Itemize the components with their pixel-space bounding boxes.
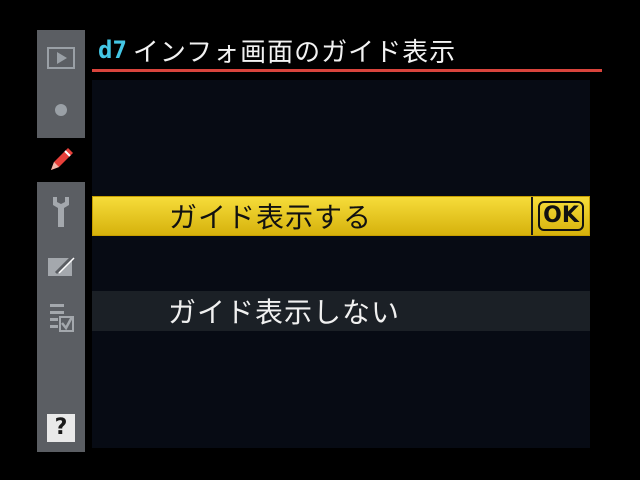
help-icon: ? xyxy=(47,414,75,442)
menu-code: d7 xyxy=(98,36,127,64)
option-show-guide[interactable]: ガイド表示する OK xyxy=(92,196,590,236)
menu-tab-rail: ? xyxy=(37,30,85,452)
tab-setup[interactable] xyxy=(37,190,85,234)
tab-my-menu[interactable] xyxy=(37,296,85,340)
pencil-icon xyxy=(51,148,73,170)
tab-retouch[interactable] xyxy=(37,244,85,288)
option-hide-guide[interactable]: ガイド表示しない xyxy=(92,291,590,331)
menu-header: d7 インフォ画面のガイド表示 xyxy=(92,30,602,70)
shooting-icon xyxy=(55,104,67,116)
help-button[interactable]: ? xyxy=(37,406,85,450)
tab-custom-settings[interactable] xyxy=(37,138,85,182)
header-divider xyxy=(92,69,602,72)
tab-shooting[interactable] xyxy=(37,88,85,132)
camera-menu-screen: ? d7 インフォ画面のガイド表示 ガイド表示する OK ガイド表示しない xyxy=(0,0,640,480)
my-menu-icon xyxy=(50,304,74,332)
retouch-icon xyxy=(48,253,76,276)
option-label: ガイド表示しない xyxy=(168,296,401,329)
playback-icon xyxy=(47,47,75,69)
wrench-icon xyxy=(53,197,69,227)
ok-indicator: OK xyxy=(531,197,589,235)
tab-playback[interactable] xyxy=(37,36,85,80)
ok-button-icon: OK xyxy=(538,201,584,231)
options-panel xyxy=(92,80,590,448)
option-label: ガイド表示する xyxy=(169,201,373,234)
page-title: インフォ画面のガイド表示 xyxy=(132,37,457,68)
